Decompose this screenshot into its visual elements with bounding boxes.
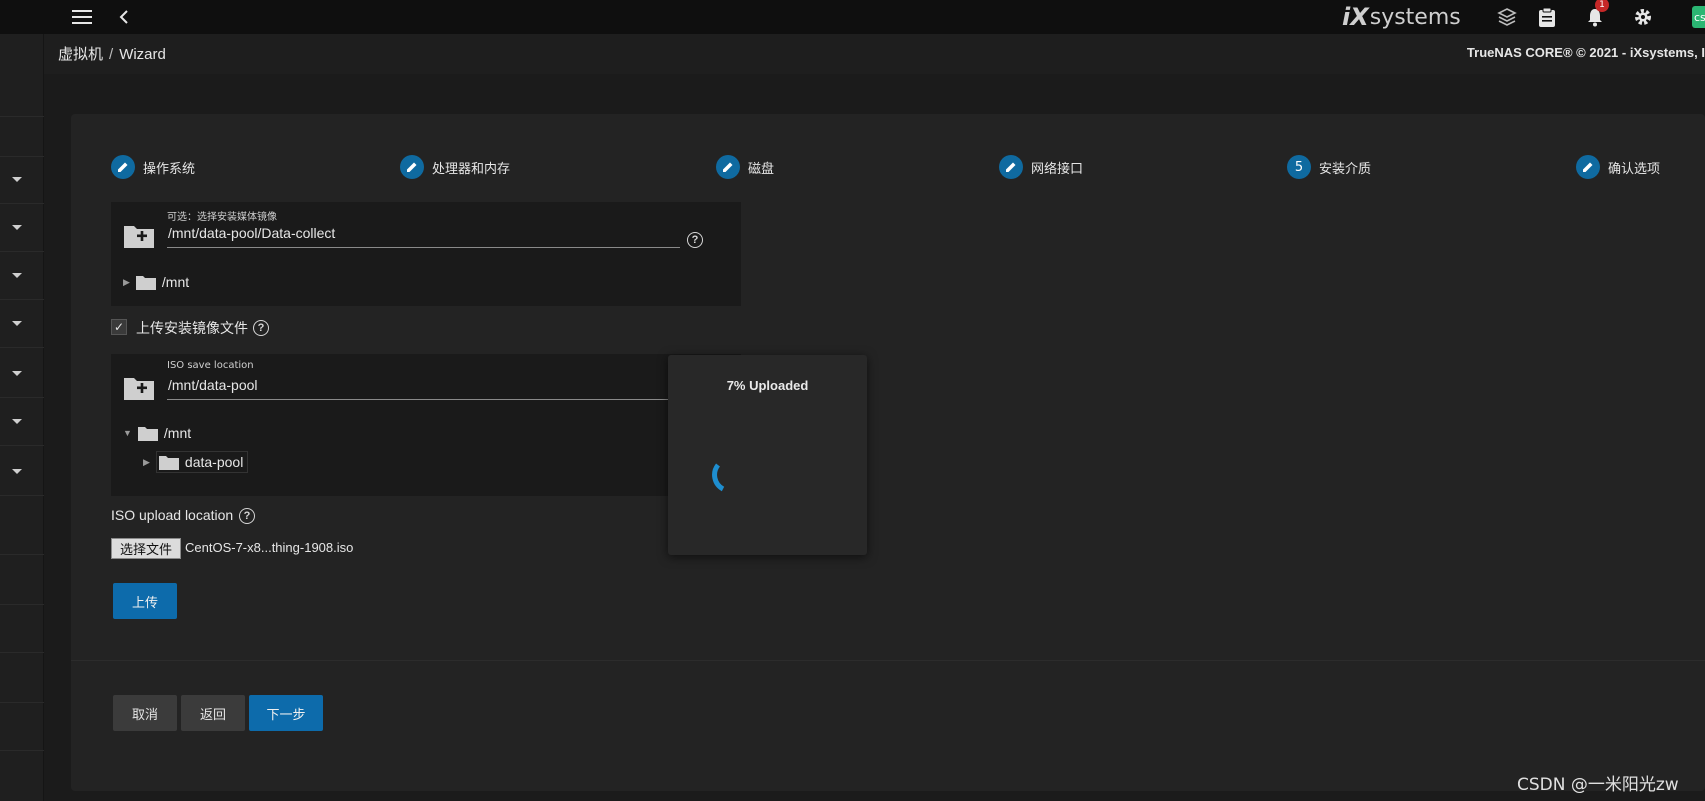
tree-node-label: /mnt bbox=[163, 425, 192, 441]
chevron-down-icon bbox=[12, 225, 22, 230]
copyright-text: TrueNAS CORE® © 2021 - iXsystems, I bbox=[1466, 45, 1705, 60]
sidebar-divider bbox=[0, 702, 44, 703]
upload-iso-checkbox-label: 上传安装镜像文件 bbox=[136, 321, 248, 337]
cancel-button[interactable]: 取消 bbox=[113, 695, 177, 731]
step-install-media[interactable]: 5 安装介质 bbox=[1287, 155, 1371, 179]
input-underline bbox=[167, 247, 680, 248]
collapse-arrow-icon[interactable]: ▼ bbox=[123, 428, 132, 438]
sidebar-item-5[interactable] bbox=[0, 350, 44, 398]
folder-icon bbox=[135, 275, 156, 290]
tree-node-box[interactable]: data-pool bbox=[155, 451, 249, 473]
next-button[interactable]: 下一步 bbox=[249, 695, 323, 731]
help-icon[interactable]: ? bbox=[239, 508, 255, 524]
breadcrumb-current: Wizard bbox=[119, 46, 166, 63]
truecommand-icon[interactable] bbox=[1495, 0, 1519, 34]
sidebar-item-2[interactable] bbox=[0, 204, 44, 252]
folder-icon bbox=[158, 455, 179, 470]
sidebar-item-4[interactable] bbox=[0, 300, 44, 348]
step-disks[interactable]: 磁盘 bbox=[716, 155, 774, 179]
back-button[interactable]: 返回 bbox=[181, 695, 245, 731]
notifications-bell-icon[interactable]: 1 bbox=[1583, 0, 1609, 34]
loading-spinner-icon bbox=[712, 463, 725, 492]
brand-logo-text: systems bbox=[1369, 4, 1461, 30]
sidebar-item-6[interactable] bbox=[0, 398, 44, 446]
sidebar-divider bbox=[0, 652, 44, 653]
step-os[interactable]: 操作系统 bbox=[111, 155, 195, 179]
sidebar-divider bbox=[0, 604, 44, 605]
edit-icon bbox=[1576, 155, 1600, 179]
help-icon[interactable]: ? bbox=[253, 320, 269, 336]
back-arrow-icon[interactable] bbox=[114, 0, 134, 34]
step-network[interactable]: 网络接口 bbox=[999, 155, 1083, 179]
tree-node-data-pool[interactable]: ▶ data-pool bbox=[143, 451, 249, 473]
selected-file-name: CentOS-7-x8...thing-1908.iso bbox=[185, 540, 354, 555]
iso-save-panel: ISO save location /mnt/data-pool ▼ /mnt … bbox=[111, 354, 741, 496]
chevron-down-icon bbox=[12, 371, 22, 376]
chevron-down-icon bbox=[12, 177, 22, 182]
sidebar bbox=[0, 34, 44, 801]
tree-node-label: /mnt bbox=[161, 274, 190, 290]
expand-arrow-icon[interactable]: ▶ bbox=[143, 457, 150, 468]
media-image-panel: 可选：选择安装媒体镜像 /mnt/data-pool/Data-collect … bbox=[111, 202, 741, 306]
folder-icon bbox=[137, 426, 158, 441]
step-label: 安装介质 bbox=[1319, 161, 1372, 177]
top-bar: iX systems 1 cs bbox=[0, 0, 1705, 34]
edit-icon bbox=[111, 155, 135, 179]
upload-iso-checkbox[interactable]: ✓ bbox=[111, 319, 127, 335]
media-image-label: 可选：选择安装媒体镜像 bbox=[167, 212, 277, 223]
tree-node-mnt[interactable]: ▼ /mnt bbox=[123, 425, 191, 441]
edit-icon bbox=[400, 155, 424, 179]
notification-count-badge: 1 bbox=[1595, 0, 1609, 12]
sidebar-item-1[interactable] bbox=[0, 156, 44, 204]
step-cpu-memory[interactable]: 处理器和内存 bbox=[400, 155, 510, 179]
sidebar-divider bbox=[0, 116, 44, 117]
upload-progress-title: 7% Uploaded bbox=[726, 378, 809, 393]
media-image-input[interactable]: /mnt/data-pool/Data-collect bbox=[168, 225, 335, 241]
sidebar-divider bbox=[0, 750, 44, 751]
iso-save-label: ISO save location bbox=[167, 360, 254, 371]
sidebar-item-3[interactable] bbox=[0, 252, 44, 300]
input-underline bbox=[167, 399, 680, 400]
step-label: 磁盘 bbox=[748, 161, 775, 177]
upload-button[interactable]: 上传 bbox=[113, 583, 177, 619]
watermark-text: CSDN @一米阳光zw bbox=[1517, 775, 1679, 795]
chevron-down-icon bbox=[12, 321, 22, 326]
ixsystems-logo: iX systems bbox=[1342, 0, 1461, 34]
breadcrumb-parent[interactable]: 虚拟机 bbox=[58, 46, 103, 63]
step-label: 处理器和内存 bbox=[432, 161, 511, 177]
folder-plus-icon[interactable] bbox=[123, 375, 155, 401]
choose-file-button[interactable]: 选择文件 bbox=[111, 538, 181, 559]
step-label: 确认选项 bbox=[1608, 161, 1661, 177]
menu-icon[interactable] bbox=[70, 0, 94, 34]
user-avatar[interactable]: cs bbox=[1692, 6, 1705, 28]
expand-arrow-icon[interactable]: ▶ bbox=[123, 277, 130, 288]
iso-upload-label: ISO upload location bbox=[111, 507, 234, 523]
sidebar-divider bbox=[0, 554, 44, 555]
folder-plus-icon[interactable] bbox=[123, 223, 155, 249]
breadcrumb-bar: 虚拟机 / Wizard TrueNAS CORE® © 2021 - iXsyst… bbox=[44, 34, 1705, 74]
card-divider bbox=[71, 660, 1705, 661]
settings-gear-icon[interactable] bbox=[1631, 0, 1655, 34]
help-icon[interactable]: ? bbox=[687, 232, 703, 248]
chevron-down-icon bbox=[12, 273, 22, 278]
tree-node-mnt[interactable]: ▶ /mnt bbox=[123, 274, 189, 290]
chevron-down-icon bbox=[12, 419, 22, 424]
clipboard-icon[interactable] bbox=[1535, 0, 1559, 34]
iso-save-input[interactable]: /mnt/data-pool bbox=[168, 377, 258, 393]
brand-logo-mark: iX bbox=[1342, 3, 1369, 31]
step-label: 操作系统 bbox=[143, 161, 196, 177]
step-label: 网络接口 bbox=[1031, 161, 1084, 177]
step-number: 5 bbox=[1287, 155, 1311, 179]
breadcrumb-separator: / bbox=[109, 46, 114, 63]
upload-progress-dialog: 7% Uploaded bbox=[668, 355, 867, 555]
edit-icon bbox=[999, 155, 1023, 179]
edit-icon bbox=[716, 155, 740, 179]
breadcrumb: 虚拟机 / Wizard bbox=[58, 43, 166, 64]
step-confirm[interactable]: 确认选项 bbox=[1576, 155, 1660, 179]
sidebar-item-7[interactable] bbox=[0, 448, 44, 496]
tree-node-label: data-pool bbox=[184, 454, 244, 470]
chevron-down-icon bbox=[12, 469, 22, 474]
